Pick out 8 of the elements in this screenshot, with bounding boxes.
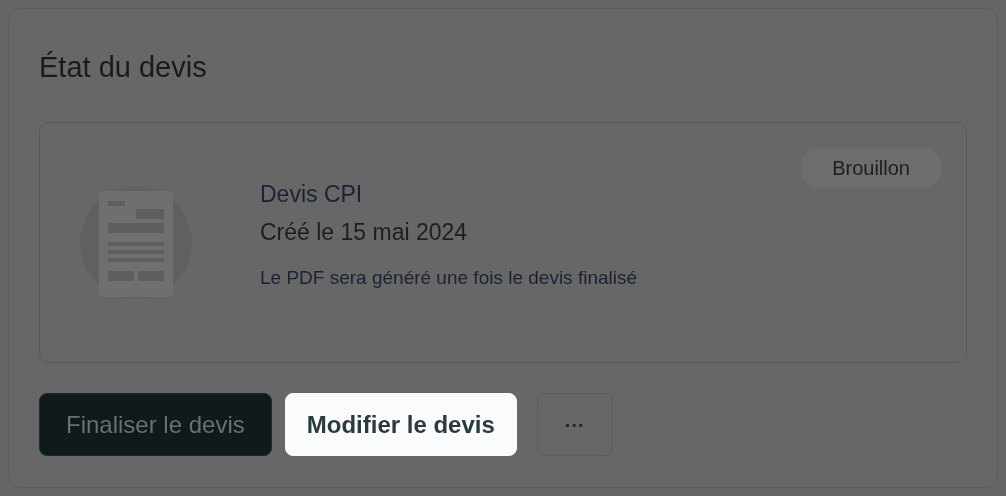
- creation-date: Créé le 15 mai 2024: [260, 221, 469, 244]
- quote-name: Devis CPI: [260, 183, 364, 206]
- panel-title: État du devis: [39, 53, 208, 82]
- pdf-note: Le PDF sera généré une fois le devis finalisé: [260, 268, 638, 287]
- more-button[interactable]: ···: [536, 393, 613, 456]
- status-badge: Brouillon: [800, 147, 942, 189]
- finalize-button[interactable]: Finaliser le devis: [39, 393, 272, 456]
- edit-button[interactable]: Modifier le devis: [284, 393, 517, 456]
